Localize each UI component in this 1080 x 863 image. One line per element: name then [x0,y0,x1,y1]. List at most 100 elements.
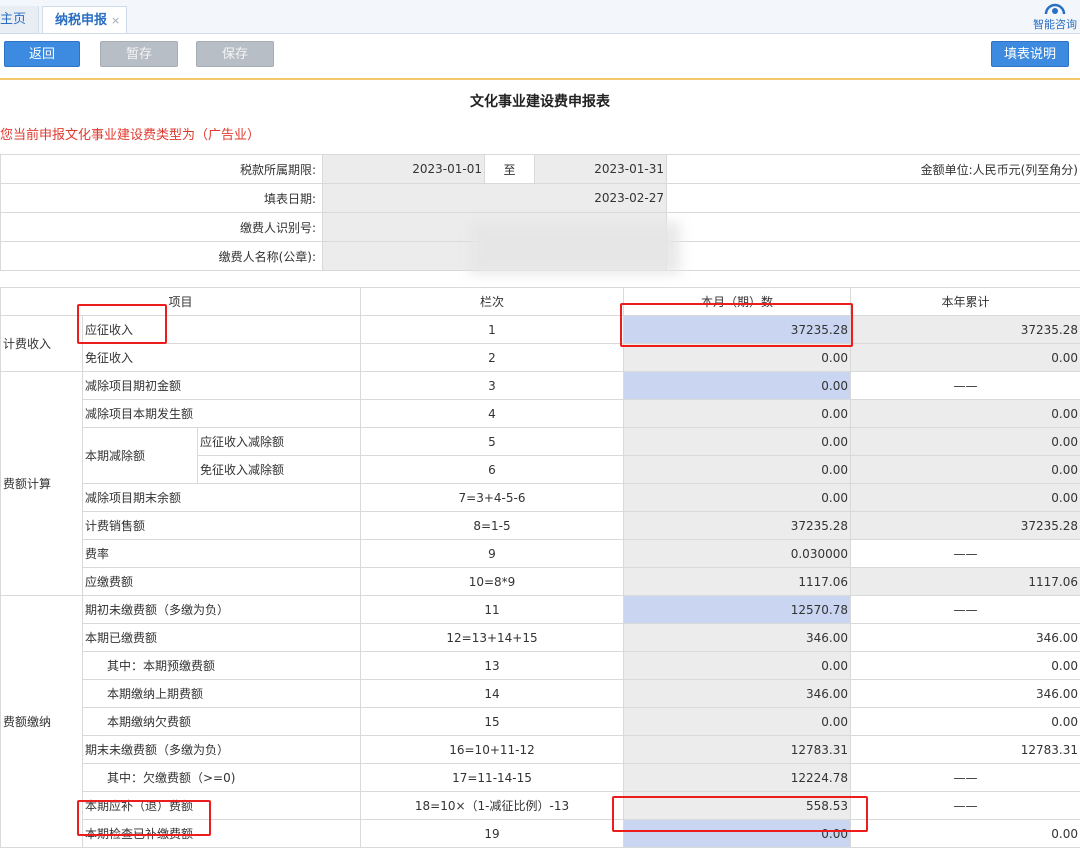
row-ytd: 1117.06 [850,567,1080,596]
row-ytd: 0.00 [850,819,1080,848]
row-name: 免征收入 [82,343,361,372]
table-row: 应缴费额 10=8*9 1117.06 1117.06 [1,567,1080,596]
row-name: 本期缴纳上期费额 [82,679,361,708]
row-name: 本期已缴费额 [82,623,361,652]
row-column: 16=10+11-12 [360,735,624,764]
row-ytd: 0.00 [850,427,1080,456]
back-button[interactable]: 返回 [4,41,80,67]
headset-icon [1044,3,1066,14]
table-row: 本期减除额 应征收入减除额 5 0.00 0.00 [1,427,1080,484]
row-current: 1117.06 [623,567,851,596]
row-name: 应征收入减除额 [197,427,361,456]
smart-assistant-button[interactable]: 智能咨询 [1030,0,1080,33]
table-row: 本期缴纳欠费额 15 0.00 0.00 [1,707,1080,736]
row-current-input[interactable]: 12570.78 [623,595,851,624]
row-ytd: —— [850,763,1080,792]
tab-home[interactable]: 主页 [0,6,39,33]
table-row: 计费销售额 8=1-5 37235.28 37235.28 [1,511,1080,540]
row-current: 0.00 [623,707,851,736]
row-current: 0.00 [623,455,851,484]
table-row: 费额计算 减除项目期初金额 3 0.00 —— [0,371,1080,596]
row-column: 6 [360,455,624,484]
row-name: 减除项目本期发生额 [82,399,361,428]
row-name: 计费销售额 [82,511,361,540]
row-ytd: 0.00 [850,399,1080,428]
row-current: 0.00 [623,651,851,680]
row-ytd: 0.00 [850,651,1080,680]
row-name: 费率 [82,539,361,568]
period-to-label: 至 [484,154,535,184]
row-column: 11 [360,595,624,624]
row-name: 应缴费额 [82,567,361,596]
row-name: 其中：欠缴费额（>=0) [82,763,361,792]
tab-bar: 主页 纳税申报 × 智能咨询 [0,0,1080,34]
temp-save-button[interactable]: 暂存 [100,41,178,67]
redaction-blur [470,222,680,274]
row-ytd: 346.00 [850,623,1080,652]
tab-tax-declaration[interactable]: 纳税申报 × [42,6,127,33]
taxpayer-name-label: 缴费人名称(公章): [0,241,323,271]
period-label: 税款所属期限: [0,154,323,184]
table-row: 其中：本期预缴费额 13 0.00 0.00 [1,651,1080,680]
amount-unit-note: 金额单位:人民币元(列至角分) [666,154,1080,184]
row-current: 346.00 [623,623,851,652]
empty-cell [666,212,1080,242]
row-current: 0.00 [623,399,851,428]
save-button[interactable]: 保存 [196,41,274,67]
annotation-box-taxable-income [77,304,167,344]
header-column: 栏次 [360,287,624,316]
annotation-box-refund-value [612,796,868,832]
table-row: 费额缴纳 期初未缴费额（多缴为负） 11 12570.78 —— [0,595,1080,848]
taxpayer-id-label: 缴费人识别号: [0,212,323,242]
table-row: 免征收入 2 0.00 0.00 [1,343,1080,372]
row-column: 2 [360,343,624,372]
row-column: 19 [360,819,624,848]
row-ytd: —— [850,539,1080,568]
row-column: 13 [360,651,624,680]
table-row: 本期已缴费额 12=13+14+15 346.00 346.00 [1,623,1080,652]
row-column: 1 [360,315,624,344]
smart-assistant-label: 智能咨询 [1033,18,1077,31]
row-ytd: —— [850,791,1080,820]
row-current: 37235.28 [623,511,851,540]
row-column: 9 [360,539,624,568]
row-column: 14 [360,679,624,708]
group-payment: 费额缴纳 [0,595,83,848]
row-current: 0.00 [623,343,851,372]
period-to-field[interactable]: 2023-01-31 [534,154,667,184]
row-name: 其中：本期预缴费额 [82,651,361,680]
row-current-input[interactable]: 0.00 [623,371,851,400]
empty-cell [666,183,1080,213]
row-current: 12224.78 [623,763,851,792]
row-current: 12783.31 [623,735,851,764]
row-ytd: 0.00 [850,483,1080,512]
header-ytd: 本年累计 [850,287,1080,316]
row-column: 17=11-14-15 [360,763,624,792]
empty-cell [666,241,1080,271]
row-name: 期初未缴费额（多缴为负） [82,595,361,624]
row-ytd: —— [850,595,1080,624]
row-current: 0.00 [623,427,851,456]
close-icon[interactable]: × [111,14,120,27]
help-button[interactable]: 填表说明 [991,41,1069,67]
row-ytd: 0.00 [850,707,1080,736]
row-ytd: 37235.28 [850,315,1080,344]
annotation-box-refund-label [77,800,211,836]
row-current: 0.00 [623,483,851,512]
row-name: 减除项目期初金额 [82,371,361,400]
header-item: 项目 [0,287,361,316]
table-row: 减除项目期末余额 7=3+4-5-6 0.00 0.00 [1,483,1080,512]
period-from-field[interactable]: 2023-01-01 [322,154,485,184]
row-name: 减除项目期末余额 [82,483,361,512]
fill-date-field[interactable]: 2023-02-27 [322,183,667,213]
row-ytd: 346.00 [850,679,1080,708]
row-column: 18=10×（1-减征比例）-13 [360,791,624,820]
group-income: 计费收入 [0,315,83,372]
row-name: 期末未缴费额（多缴为负） [82,735,361,764]
page-title: 文化事业建设费申报表 [470,94,610,110]
group-deduction: 本期减除额 [82,427,198,484]
row-name: 免征收入减除额 [197,455,361,484]
row-ytd: —— [850,371,1080,400]
row-column: 7=3+4-5-6 [360,483,624,512]
toolbar: 返回 暂存 保存 填表说明 [0,34,1080,80]
